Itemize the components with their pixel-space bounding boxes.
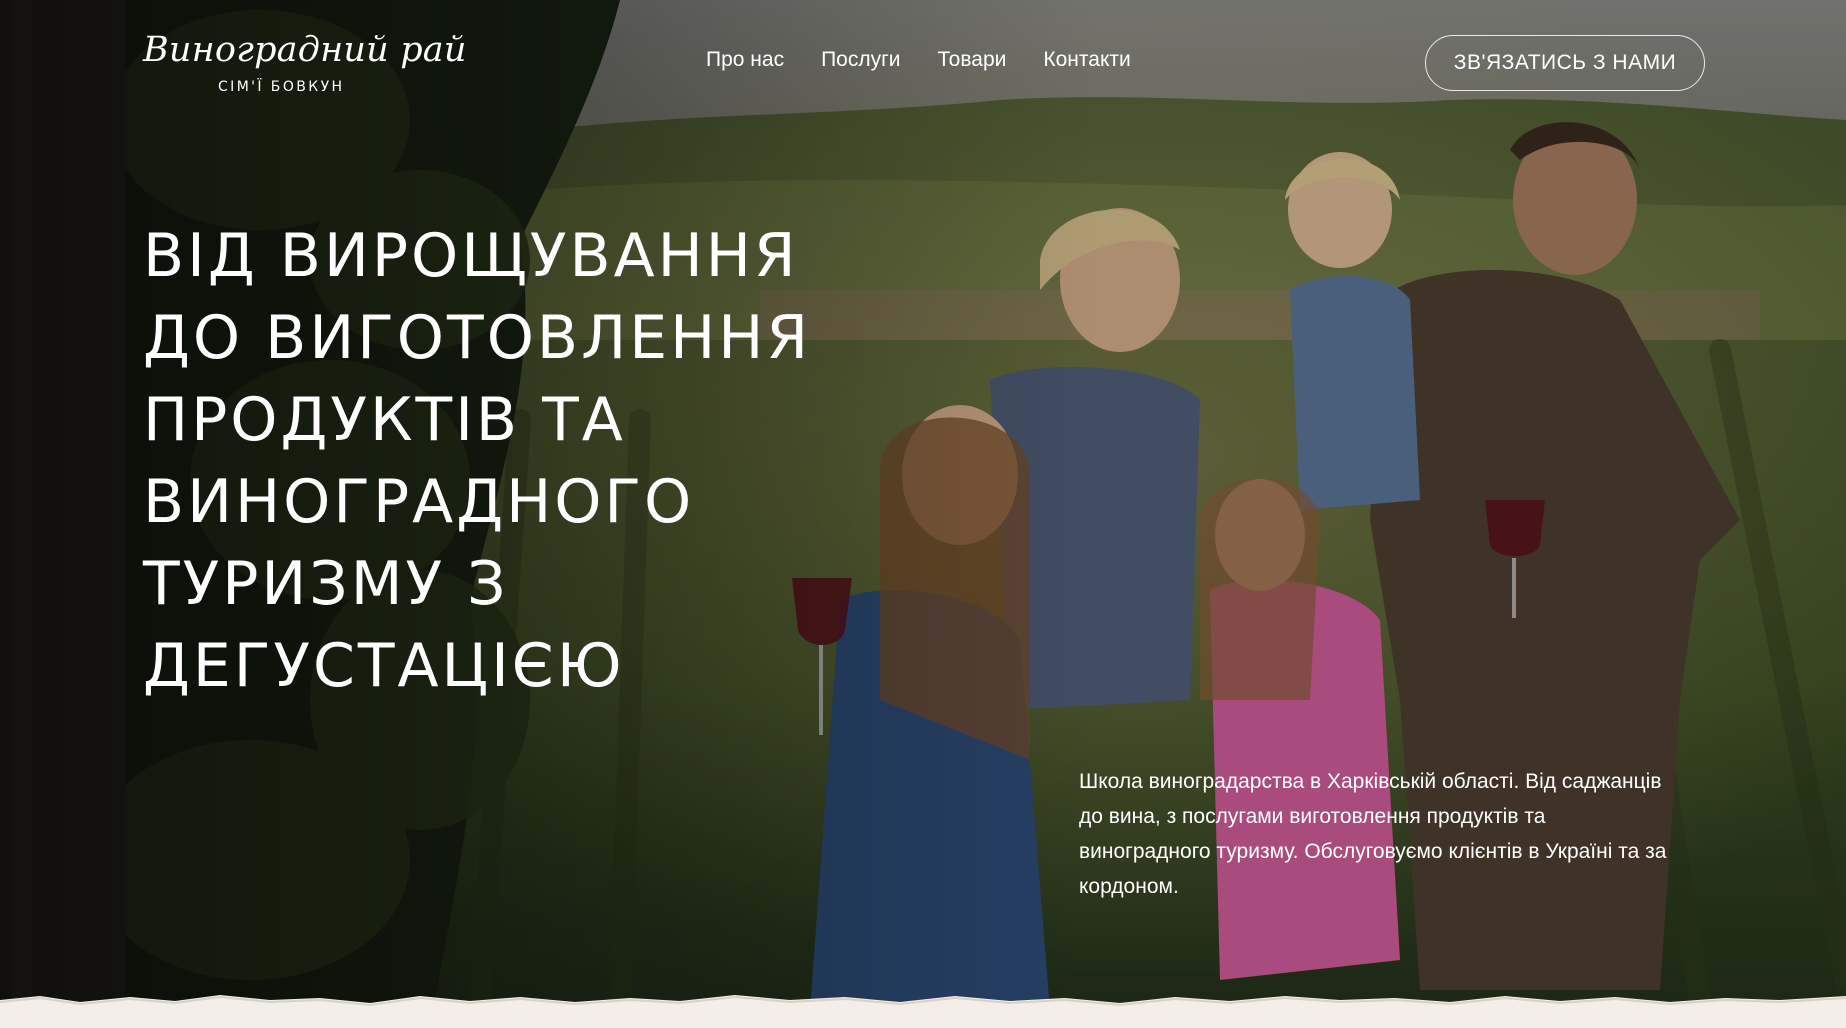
nav-link-products[interactable]: Товари: [938, 48, 1007, 72]
headline-line: ПРОДУКТІВ ТА: [143, 385, 626, 455]
main-nav: Про нас Послуги Товари Контакти: [706, 48, 1131, 72]
headline-line: ДО ВИГОТОВЛЕННЯ: [143, 303, 812, 373]
nav-link-services[interactable]: Послуги: [821, 48, 900, 72]
headline-line: ДЕГУСТАЦІЄЮ: [143, 631, 625, 701]
headline-line: ТУРИЗМУ З: [143, 549, 509, 619]
brand-logo[interactable]: Виноградний рай СІМ'Ї БОВКУН: [143, 30, 466, 100]
nav-link-contacts[interactable]: Контакти: [1043, 48, 1130, 72]
hero-headline: ВІД ВИРОЩУВАННЯ ДО ВИГОТОВЛЕННЯ ПРОДУКТІ…: [143, 215, 923, 707]
logo-script-title: Виноградний рай: [143, 30, 467, 70]
headline-line: ВИНОГРАДНОГО: [143, 467, 695, 537]
nav-link-about[interactable]: Про нас: [706, 48, 784, 72]
contact-us-button[interactable]: ЗВ'ЯЗАТИСЬ З НАМИ: [1425, 35, 1705, 91]
headline-line: ВІД ВИРОЩУВАННЯ: [143, 221, 799, 291]
torn-paper-divider: [0, 995, 1846, 1028]
logo-subtitle: СІМ'Ї БОВКУН: [218, 79, 345, 95]
hero-section: Виноградний рай СІМ'Ї БОВКУН Про нас Пос…: [0, 0, 1846, 1028]
site-header: Виноградний рай СІМ'Ї БОВКУН Про нас Пос…: [0, 0, 1846, 128]
hero-description: Школа виноградарства в Харківській облас…: [1079, 770, 1667, 898]
